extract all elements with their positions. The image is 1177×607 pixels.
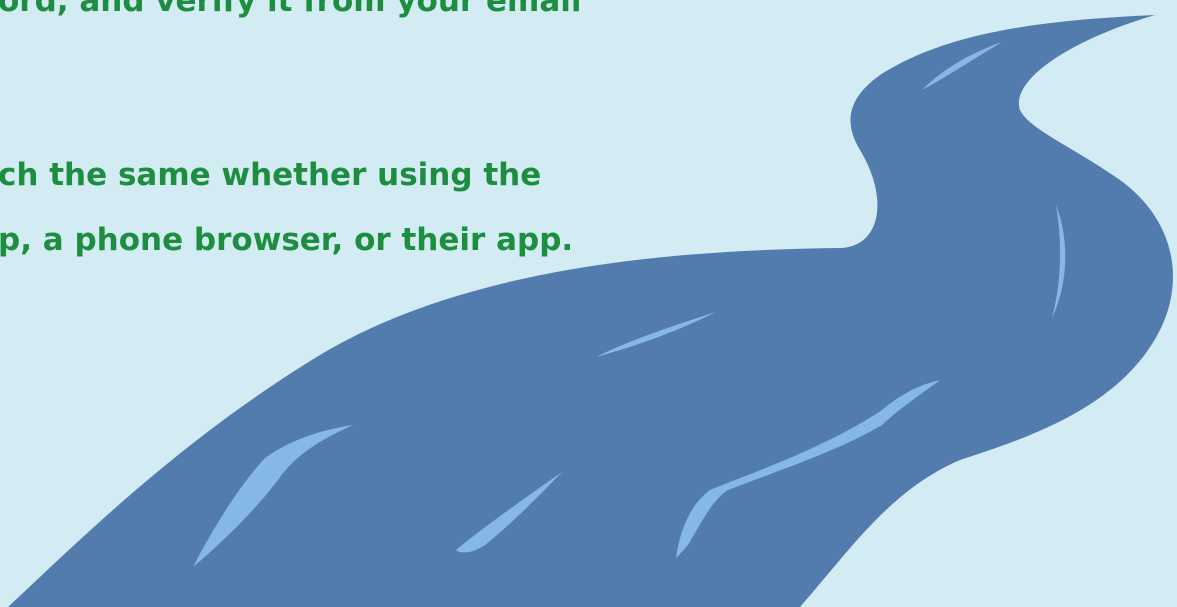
slide-canvas: ord, and verify it from your email ch th… [0, 0, 1177, 607]
winding-river-icon [8, 15, 1173, 607]
river-body [8, 15, 1173, 607]
